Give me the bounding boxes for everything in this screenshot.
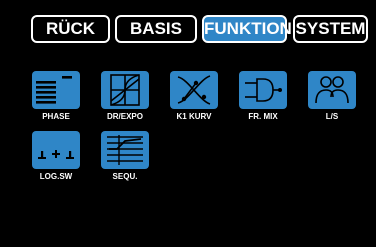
- phase-icon: [32, 71, 80, 109]
- tile-label: K1 KURV: [176, 112, 212, 121]
- free-mix-icon: [239, 71, 287, 109]
- logic-switch-icon: [308, 71, 356, 109]
- dr-expo-icon: [101, 71, 149, 109]
- sequencer-icon: [101, 131, 149, 169]
- tile-label: SEQU.: [112, 172, 138, 181]
- tile-sequencer[interactable]: SEQU.: [92, 131, 158, 189]
- tile-label: FR. MIX: [248, 112, 278, 121]
- tab-basis[interactable]: BASIS: [115, 15, 197, 43]
- function-menu-screen: RÜCK BASIS FUNKTION SYSTEM PHASE DR/EXPO…: [0, 0, 376, 247]
- log-sw-icon: [32, 131, 80, 169]
- tile-phase[interactable]: PHASE: [23, 71, 89, 129]
- tile-label: LOG.SW: [39, 172, 73, 181]
- tile-logic-switch[interactable]: L/S: [299, 71, 365, 129]
- tile-k1-curve[interactable]: K1 KURV: [161, 71, 227, 129]
- tab-funktion[interactable]: FUNKTION: [202, 15, 292, 43]
- k1-curve-icon: [170, 71, 218, 109]
- tile-label: DR/EXPO: [106, 112, 143, 121]
- tile-log-sw[interactable]: LOG.SW: [23, 131, 89, 189]
- tile-label: PHASE: [42, 112, 70, 121]
- tile-dr-expo[interactable]: DR/EXPO: [92, 71, 158, 129]
- tile-free-mix[interactable]: FR. MIX: [230, 71, 296, 129]
- tab-back[interactable]: RÜCK: [31, 15, 110, 43]
- tab-system[interactable]: SYSTEM: [293, 15, 368, 43]
- tile-label: L/S: [325, 112, 339, 121]
